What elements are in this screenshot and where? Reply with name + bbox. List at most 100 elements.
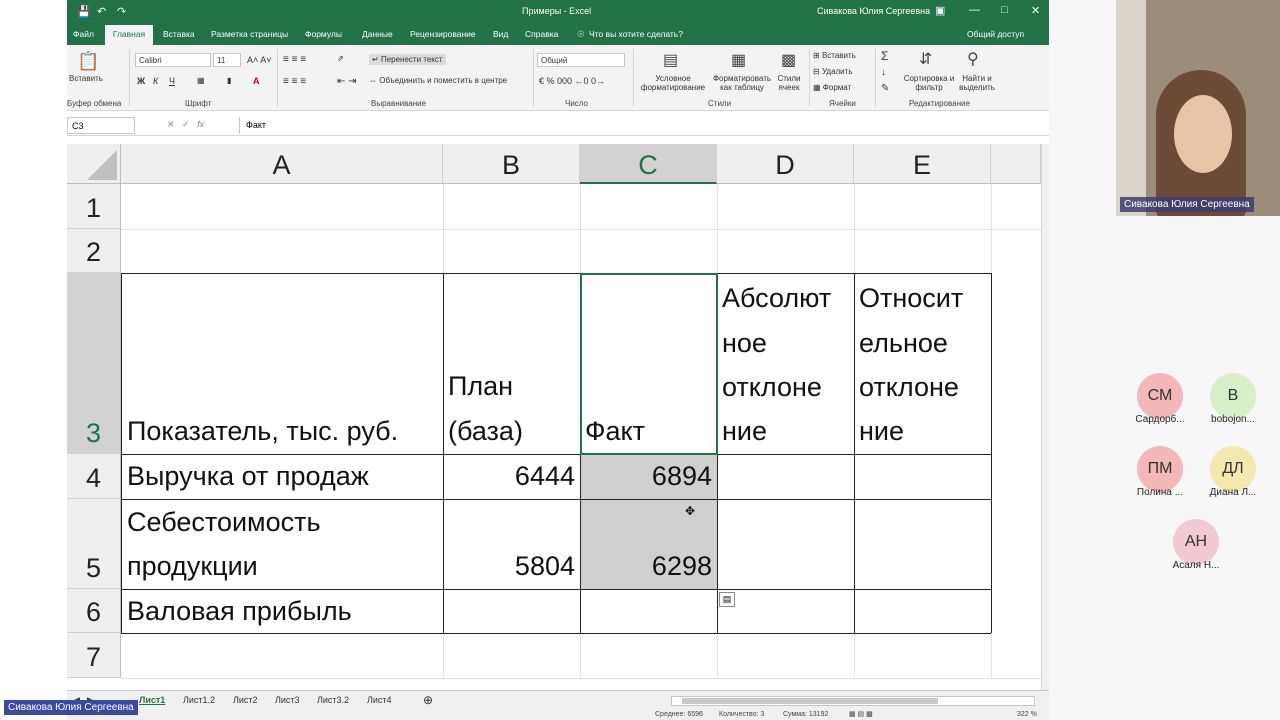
formula-input[interactable]: Факт (239, 117, 1047, 134)
font-grow-shrink-icons[interactable]: A˄ A˅ (247, 55, 272, 65)
cell-d3-line4[interactable]: ние (722, 409, 767, 454)
paste-icon[interactable]: 📋 (77, 51, 99, 72)
view-mode-icons[interactable]: ▦ ▤ ▩ (849, 710, 873, 718)
conditional-formatting-label[interactable]: Условное форматирование (639, 74, 707, 92)
cell-d3-line3[interactable]: отклоне (722, 365, 822, 410)
wrap-text-button[interactable]: ↵ Перенести текст (369, 54, 446, 65)
sheet-tab-2[interactable]: Лист1.2 (183, 695, 215, 705)
participant-avatar-5[interactable]: АН (1173, 519, 1219, 565)
share-button[interactable]: Общий доступ (967, 29, 1024, 39)
font-name-select[interactable]: Calibri (135, 53, 211, 67)
format-cells-button[interactable]: ▦ Формат (813, 83, 851, 92)
minimize-icon[interactable]: — (969, 4, 980, 16)
add-sheet-icon[interactable]: ⊕ (423, 693, 433, 707)
tab-page-layout[interactable]: Разметка страницы (211, 29, 288, 39)
autosum-icon[interactable]: Σ (881, 49, 888, 63)
cell-e3-line2[interactable]: ельное (859, 321, 948, 366)
tab-view[interactable]: Вид (493, 29, 508, 39)
cell-a6[interactable]: Валовая прибыль (127, 589, 352, 634)
maximize-icon[interactable]: □ (1001, 4, 1008, 16)
tab-home[interactable]: Главная (105, 25, 153, 45)
merge-center-button[interactable]: ⇔ Объединить и поместить в центре (369, 76, 507, 85)
column-header-a[interactable]: A (121, 144, 443, 184)
italic-icon[interactable]: К (153, 76, 158, 86)
fx-icon[interactable]: ✕ ✓ fx (167, 119, 204, 130)
align-top-icons[interactable]: ≡ ≡ ≡ (283, 54, 306, 65)
quick-analysis-icon[interactable]: ▤ (719, 592, 735, 607)
format-as-table-label[interactable]: Форматировать как таблицу (709, 74, 775, 92)
cell-e3-line1[interactable]: Относит (859, 276, 963, 321)
format-as-table-icon[interactable]: ▦ (731, 50, 746, 70)
select-all-corner[interactable] (67, 144, 121, 184)
row-header-7[interactable]: 7 (67, 633, 121, 678)
row-header-6[interactable]: 6 (67, 589, 121, 633)
tab-file[interactable]: Файл (73, 29, 94, 39)
cell-styles-label[interactable]: Стили ячеек (773, 74, 805, 92)
name-box[interactable]: C3 (67, 117, 135, 134)
tab-formulas[interactable]: Формулы (305, 29, 342, 39)
find-icon[interactable]: ⚲ (967, 49, 979, 69)
clear-icon[interactable]: ✎ (881, 83, 889, 94)
participant-avatar-2[interactable]: B (1210, 373, 1256, 419)
vertical-scrollbar[interactable] (1041, 144, 1049, 690)
cell-c3[interactable]: Факт (585, 409, 645, 454)
delete-cells-button[interactable]: ⊟ Удалить (813, 67, 852, 76)
ribbon-display-icon[interactable]: ▣ (935, 4, 945, 17)
participant-avatar-3[interactable]: ПМ (1137, 446, 1183, 492)
cell-c4[interactable]: 6894 (580, 454, 712, 499)
borders-icon[interactable]: ▦ (197, 76, 205, 85)
cell-a4[interactable]: Выручка от продаж (127, 454, 369, 499)
number-format-select[interactable]: Общий (537, 53, 625, 67)
sheet-tab-4[interactable]: Лист3 (275, 695, 300, 705)
align-left-icons[interactable]: ≡ ≡ ≡ (283, 76, 306, 87)
zoom-level[interactable]: 322 % (1017, 711, 1037, 718)
redo-icon[interactable]: ↷ (117, 5, 126, 18)
paste-label[interactable]: Вставить (69, 74, 103, 83)
cell-b3-line2[interactable]: (база) (448, 409, 523, 454)
number-format-icons[interactable]: € % 000 ←0 0→ (539, 76, 605, 86)
save-icon[interactable]: 💾 (77, 5, 91, 18)
column-header-b[interactable]: B (443, 144, 580, 184)
fill-color-icon[interactable]: ▮ (227, 76, 231, 85)
find-select-label[interactable]: Найти и выделить (953, 74, 1001, 92)
tab-data[interactable]: Данные (362, 29, 393, 39)
participant-avatar-1[interactable]: СМ (1137, 373, 1183, 419)
cell-b4[interactable]: 6444 (443, 454, 575, 499)
sheet-tab-1[interactable]: Лист1 (139, 695, 165, 705)
cell-b3-line1[interactable]: План (448, 364, 513, 409)
participant-avatar-4[interactable]: ДЛ (1210, 446, 1256, 492)
tab-review[interactable]: Рецензирование (410, 29, 476, 39)
column-header-c[interactable]: C (580, 144, 717, 184)
scrollbar-thumb[interactable] (682, 698, 938, 704)
sheet-tab-6[interactable]: Лист4 (367, 695, 392, 705)
undo-icon[interactable]: ↶ (97, 5, 106, 18)
sheet-tab-5[interactable]: Лист3.2 (317, 695, 349, 705)
indent-icons[interactable]: ⇤ ⇥ (337, 76, 357, 87)
cell-a3[interactable]: Показатель, тыс. руб. (127, 409, 398, 454)
cell-a5-line2[interactable]: продукции (127, 544, 258, 589)
cell-c5[interactable]: 6298 (580, 544, 712, 589)
font-color-icon[interactable]: A (253, 76, 260, 86)
cell-e3-line4[interactable]: ние (859, 409, 904, 454)
column-header-f[interactable] (991, 144, 1041, 184)
cell-styles-icon[interactable]: ▩ (781, 50, 796, 70)
sheet-tab-3[interactable]: Лист2 (233, 695, 258, 705)
insert-cells-button[interactable]: ⊞ Вставить (813, 51, 856, 60)
cell-d3-line1[interactable]: Абсолют (722, 276, 831, 321)
font-size-select[interactable]: 11 (213, 53, 241, 67)
cell-d3-line2[interactable]: ное (722, 321, 767, 366)
row-header-2[interactable]: 2 (67, 229, 121, 273)
tell-me-search[interactable]: Что вы хотите сделать? (589, 29, 683, 39)
account-name[interactable]: Сивакова Юлия Сергеевна (817, 6, 930, 16)
horizontal-scrollbar[interactable] (671, 696, 1035, 706)
row-header-1[interactable]: 1 (67, 184, 121, 229)
cell-b5[interactable]: 5804 (443, 544, 575, 589)
tab-help[interactable]: Справка (525, 29, 558, 39)
row-header-3[interactable]: 3 (67, 273, 121, 454)
cell-e3-line3[interactable]: отклоне (859, 365, 959, 410)
conditional-formatting-icon[interactable]: ▤ (663, 50, 678, 70)
underline-icon[interactable]: Ч (169, 76, 175, 86)
orientation-icon[interactable]: ⇗ (337, 54, 344, 63)
sort-filter-icon[interactable]: ⇵ (919, 49, 932, 69)
column-header-d[interactable]: D (717, 144, 854, 184)
